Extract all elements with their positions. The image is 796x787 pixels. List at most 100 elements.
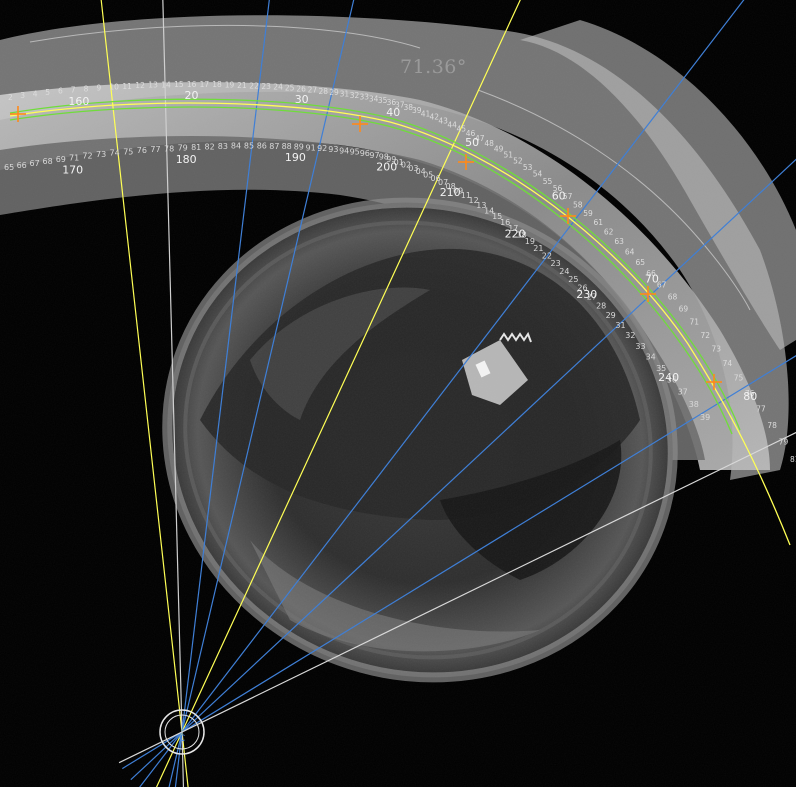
scale-label: 21 — [237, 81, 247, 90]
scale-major-label: 200 — [376, 160, 397, 173]
scale-label: 68 — [43, 157, 53, 166]
scale-label: 81 — [191, 143, 201, 152]
scale-label: 85 — [244, 142, 254, 151]
scale-label: 12 — [135, 81, 145, 90]
scale-label: 66 — [17, 161, 27, 170]
scale-label: 23 — [261, 82, 271, 91]
scale-major-label: 220 — [505, 227, 526, 240]
scale-label: 7 — [71, 85, 76, 94]
scale-label: 81 — [790, 455, 796, 464]
scale-label: 95 — [350, 148, 360, 157]
scale-label: 64 — [625, 247, 635, 256]
scale-label: 31 — [615, 321, 625, 330]
scale-label: 32 — [625, 331, 635, 340]
scale-label: 32 — [350, 91, 360, 100]
scale-label: 11 — [122, 82, 132, 91]
scale-label: 54 — [533, 170, 543, 179]
scale-label: 33 — [360, 93, 370, 102]
scale-label: 61 — [594, 218, 604, 227]
scale-label: 77 — [150, 145, 160, 154]
scale-label: 71 — [690, 318, 700, 327]
scale-label: 51 — [504, 150, 514, 159]
scale-label: 3 — [20, 91, 25, 100]
scale-label: 4 — [33, 90, 38, 99]
angle-readout: 71.36° — [400, 56, 467, 78]
scale-label: 67 — [30, 159, 40, 168]
scale-label: 27 — [308, 86, 318, 95]
scale-label: 53 — [523, 163, 533, 172]
scale-label: 91 — [306, 143, 316, 152]
scale-major-label: 20 — [185, 89, 199, 102]
scale-label: 10 — [109, 83, 119, 92]
scale-label: 37 — [678, 388, 688, 397]
scale-major-label: 80 — [743, 390, 757, 403]
scale-label: 82 — [205, 142, 215, 151]
scale-label: 96 — [360, 149, 370, 158]
scale-major-label: 190 — [285, 151, 306, 164]
scale-major-label: 170 — [62, 164, 83, 177]
scale-major-label: 40 — [386, 106, 400, 119]
scale-label: 94 — [339, 146, 349, 155]
scale-label: 13 — [148, 81, 158, 90]
scale-label: 24 — [273, 83, 283, 92]
scale-label: 87 — [269, 142, 279, 151]
scale-label: 2 — [8, 93, 13, 102]
scale-label: 74 — [110, 149, 120, 158]
scale-major-label: 230 — [576, 288, 597, 301]
scale-label: 52 — [513, 156, 523, 165]
scale-label: 73 — [96, 150, 106, 159]
scale-major-label: 240 — [658, 371, 679, 384]
scale-label: 15 — [174, 80, 184, 89]
scale-label: 33 — [635, 342, 645, 351]
scale-label: 68 — [668, 292, 678, 301]
scale-label: 78 — [164, 144, 174, 153]
scale-label: 69 — [679, 305, 689, 314]
scale-label: 63 — [614, 237, 624, 246]
scale-major-label: 70 — [645, 272, 659, 285]
scale-label: 48 — [484, 139, 494, 148]
scale-label: 88 — [282, 142, 292, 151]
scale-label: 25 — [285, 84, 295, 93]
scale-label: 6 — [58, 87, 63, 96]
scale-label: 93 — [328, 145, 338, 154]
scale-major-label: 160 — [68, 95, 89, 108]
scale-label: 79 — [178, 144, 188, 153]
scale-label: 8 — [84, 84, 89, 93]
scale-label: 17 — [200, 80, 210, 89]
scale-label: 77 — [756, 405, 766, 414]
scale-label: 31 — [340, 90, 350, 99]
scale-label: 71 — [69, 153, 79, 162]
scale-label: 75 — [734, 374, 744, 383]
scale-label: 28 — [319, 87, 329, 96]
scale-label: 5 — [45, 88, 50, 97]
scale-label: 62 — [604, 227, 614, 236]
scale-label: 29 — [329, 88, 339, 97]
scale-major-label: 210 — [440, 186, 461, 199]
scale-label: 55 — [543, 177, 553, 186]
scale-label: 78 — [767, 421, 777, 430]
scale-label: 72 — [82, 152, 92, 161]
scroll-scan-view: 2 3 4 5 6 7 8 9 10 11 12 13 14 15 16 17 18 19 21 22 23 24 25 26… — [0, 0, 796, 787]
scale-label: 29 — [606, 311, 616, 320]
scale-label: 59 — [583, 209, 593, 218]
scale-label: 65 — [636, 258, 646, 267]
scale-label: 38 — [689, 400, 699, 409]
scale-label: 19 — [225, 81, 235, 90]
scale-label: 34 — [646, 353, 656, 362]
scale-label: 73 — [712, 345, 722, 354]
scale-label: 69 — [56, 155, 66, 164]
scale-label: 74 — [723, 359, 733, 368]
scale-major-label: 180 — [176, 153, 197, 166]
scale-label: 79 — [779, 438, 789, 447]
scale-major-label: 50 — [465, 136, 479, 149]
scale-label: 76 — [137, 146, 147, 155]
scale-label: 49 — [494, 145, 504, 154]
scale-major-label: 30 — [295, 93, 309, 106]
scale-label: 14 — [161, 80, 171, 89]
scale-label: 92 — [317, 144, 327, 153]
scale-label: 18 — [212, 80, 222, 89]
scale-label: 72 — [701, 331, 711, 340]
scale-label: 16 — [187, 80, 197, 89]
scale-label: 84 — [231, 142, 241, 151]
scale-label: 9 — [97, 83, 102, 92]
